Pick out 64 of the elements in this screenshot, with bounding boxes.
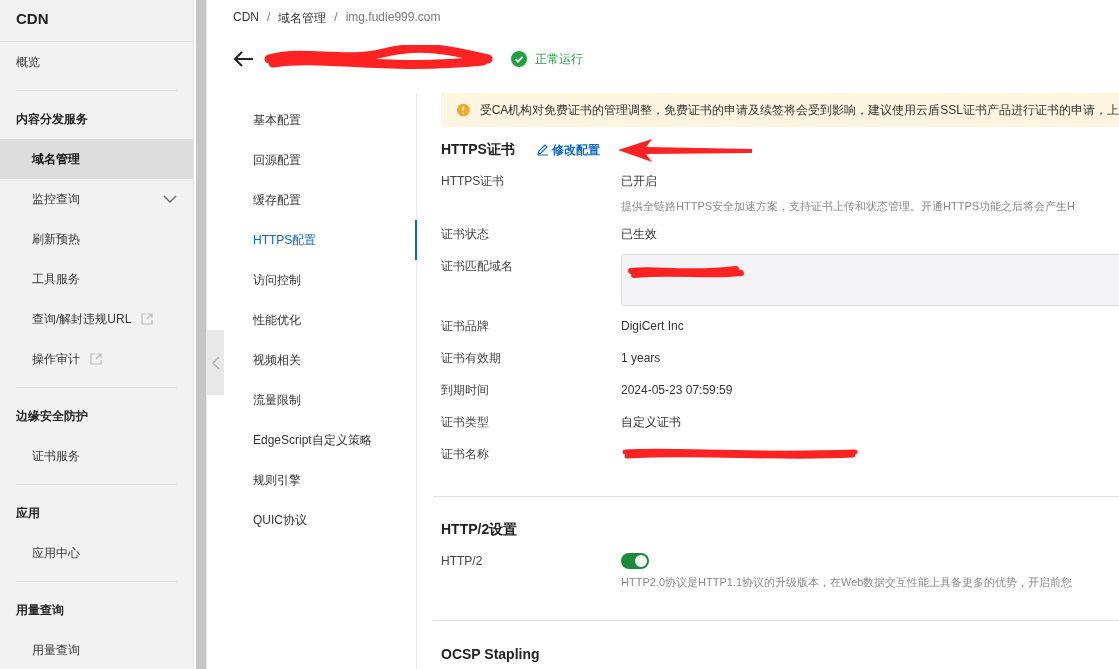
breadcrumb-link[interactable]: CDN — [233, 10, 259, 27]
sidebar-item[interactable]: 工具服务 — [0, 259, 193, 299]
sidebar-item[interactable]: 域名管理 — [0, 139, 193, 179]
field-label: 证书名称 — [441, 446, 490, 463]
status-label: 正常运行 — [535, 50, 583, 68]
edit-config-link[interactable]: 修改配置 — [536, 141, 600, 159]
sidebar-group-title: 边缘安全防护 — [16, 408, 89, 425]
field-value: DigiCert Inc — [621, 318, 685, 335]
chevron-down-icon — [163, 195, 177, 203]
sidebar-item[interactable]: 概览 — [0, 42, 193, 82]
settings-nav-item[interactable]: QUIC协议 — [253, 500, 416, 540]
field-label: HTTPS证书 — [441, 173, 506, 190]
field-value: 1 years — [621, 350, 662, 367]
field-value: 自定义证书 — [621, 414, 682, 431]
sidebar-item[interactable]: 查询/解封违规URL — [0, 299, 193, 339]
sidebar-group-title: 内容分发服务 — [16, 111, 89, 128]
settings-nav-item[interactable]: 视频相关 — [253, 340, 416, 380]
pencil-icon — [536, 144, 548, 156]
breadcrumb-separator: / — [334, 10, 338, 26]
sidebar-item[interactable]: 刷新预热 — [0, 219, 193, 259]
field-value: 2024-05-23 07:59:59 — [621, 382, 734, 399]
settings-nav-item[interactable]: 基本配置 — [253, 100, 416, 140]
field-label: 证书有效期 — [441, 350, 502, 367]
breadcrumb-current: img.fudie999.com — [345, 10, 441, 26]
field-label: 证书类型 — [441, 414, 490, 431]
settings-nav-item[interactable]: EdgeScript自定义策略 — [253, 420, 416, 460]
collapse-handle[interactable] — [207, 330, 224, 395]
external-link-icon — [141, 313, 154, 325]
field-label: 证书品牌 — [441, 318, 490, 335]
sidebar-item[interactable]: 应用中心 — [0, 533, 193, 573]
section-title: HTTP/2设置 — [441, 521, 518, 539]
toggle-switch[interactable] — [621, 553, 649, 569]
field-label: 到期时间 — [441, 382, 490, 399]
section-title: OCSP Stapling — [441, 646, 540, 662]
breadcrumb-link[interactable]: 域名管理 — [278, 10, 327, 27]
sidebar-title: CDN — [0, 0, 193, 42]
field-value: 已开启 — [621, 173, 658, 190]
settings-nav-item[interactable]: 缓存配置 — [253, 180, 416, 220]
settings-nav-item[interactable]: 性能优化 — [253, 300, 416, 340]
field-description: HTTP2.0协议是HTTP1.1协议的升级版本，在Web数据交互性能上具备更多的优势，开启前您 — [621, 575, 1074, 590]
sidebar-item[interactable]: 操作审计 — [0, 339, 193, 379]
back-arrow-icon — [233, 49, 255, 69]
settings-nav-item[interactable]: 回源配置 — [253, 140, 416, 180]
check-circle-icon — [511, 51, 527, 67]
settings-nav-item[interactable]: 规则引擎 — [253, 460, 416, 500]
sidebar-item[interactable]: 用量查询 — [0, 630, 193, 669]
warning-icon — [457, 103, 470, 117]
settings-nav-item[interactable]: 访问控制 — [253, 260, 416, 300]
sidebar-item[interactable]: 证书服务 — [0, 436, 193, 476]
external-link-icon — [90, 353, 102, 365]
field-label: 证书匹配域名 — [441, 258, 514, 275]
warning-text: 受CA机构对免费证书的管理调整，免费证书的申请及续签将会受到影响，建议使用云盾SSL证书产品进行证书的申请，上 — [479, 101, 1119, 119]
settings-nav-item[interactable]: 流量限制 — [253, 380, 416, 420]
field-label: HTTP/2 — [441, 553, 484, 570]
field-label: 证书状态 — [441, 226, 490, 243]
field-description: 提供全链路HTTPS安全加速方案，支持证书上传和状态管理。开通HTTPS功能之后将会产生H — [621, 199, 1077, 214]
section-title: HTTPS证书 — [441, 141, 515, 159]
sidebar-group-title: 应用 — [16, 505, 41, 522]
field-value: 已生效 — [621, 226, 658, 243]
chevron-left-icon — [211, 355, 220, 370]
breadcrumb-separator: / — [267, 10, 271, 26]
sidebar-group-title: 用量查询 — [16, 602, 65, 619]
settings-nav-item[interactable]: HTTPS配置 — [253, 220, 417, 260]
sidebar-item[interactable]: 监控查询 — [0, 179, 193, 219]
